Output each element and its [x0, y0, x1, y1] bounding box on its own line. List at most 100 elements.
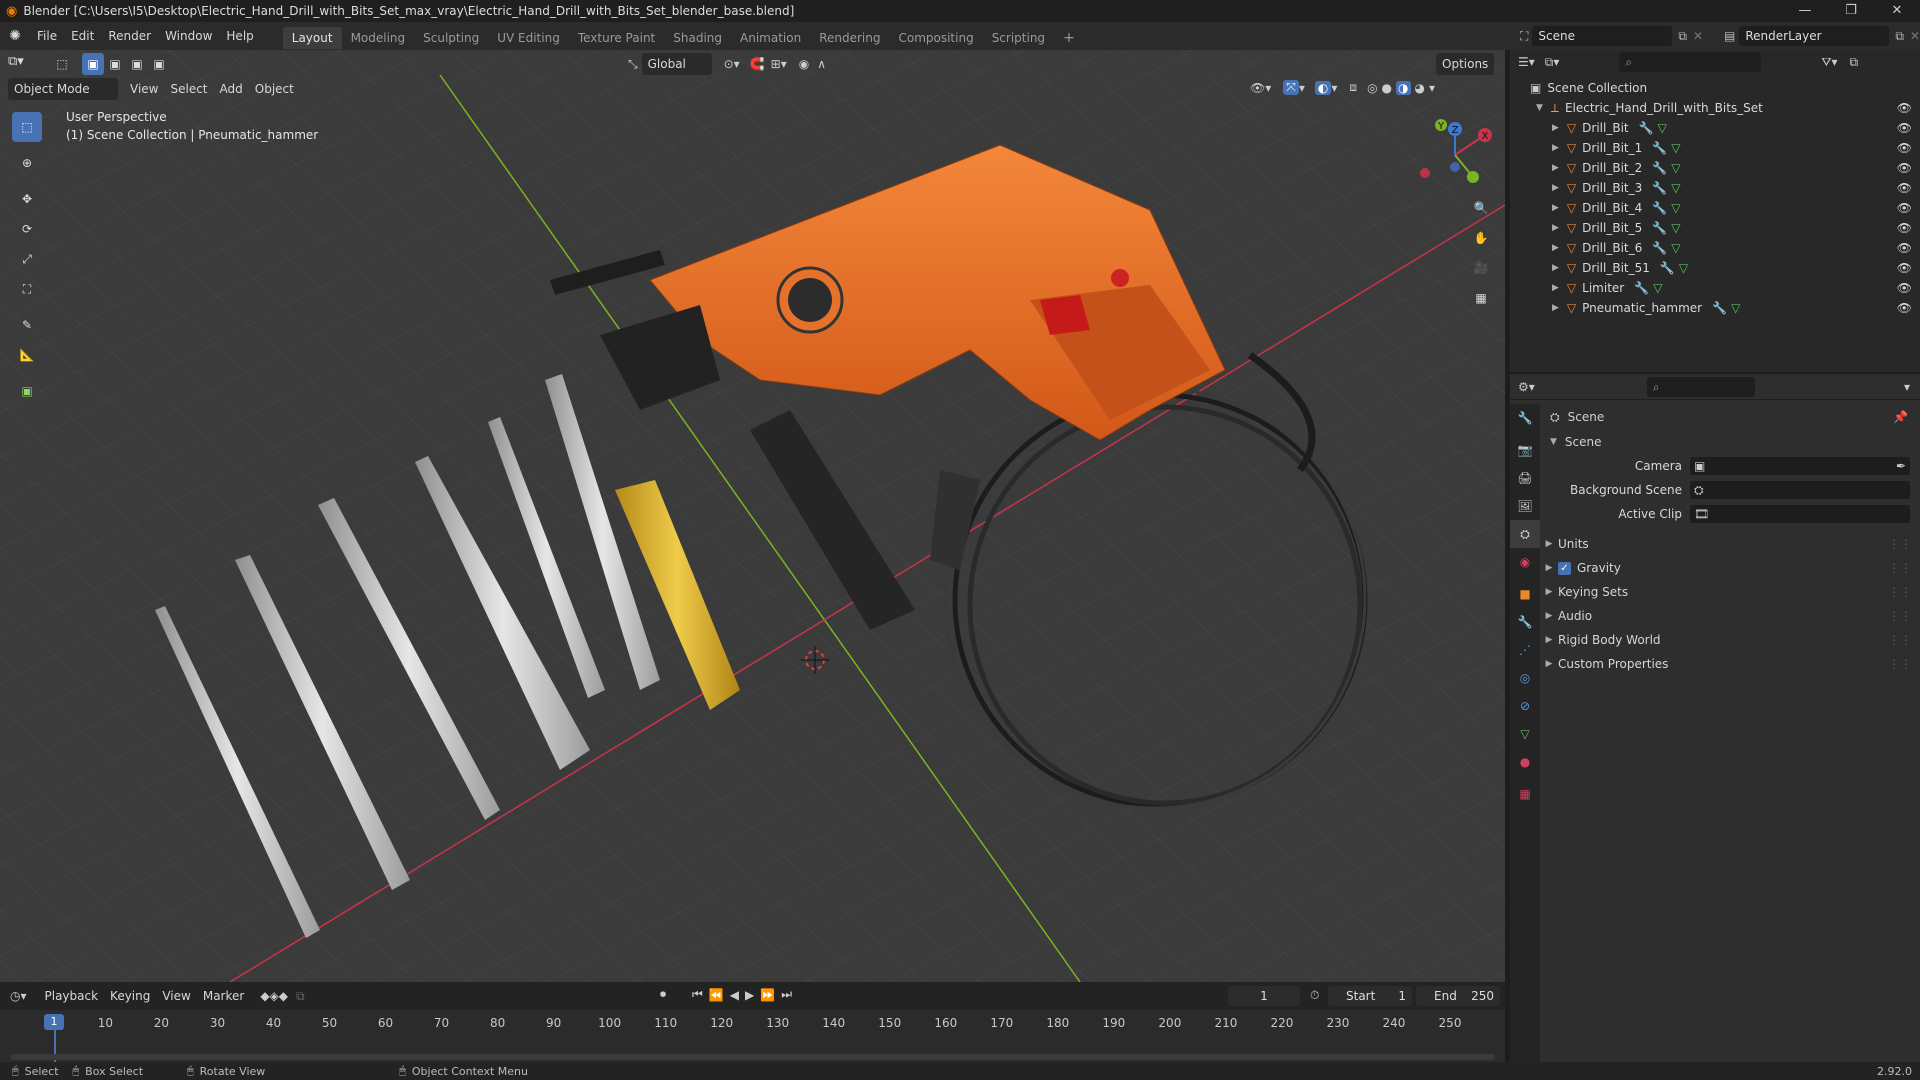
mesh-data-icon[interactable]: ▽: [1653, 281, 1662, 295]
modifier-wrench-icon[interactable]: 🔧: [1634, 281, 1649, 295]
visibility-eye-icon[interactable]: 👁: [1897, 201, 1912, 215]
gravity-panel-header[interactable]: ▶ ✓ Gravity ⋮⋮: [1540, 556, 1920, 580]
modifier-wrench-icon[interactable]: 🔧: [1712, 301, 1727, 315]
expand-arrow-icon[interactable]: ▶: [1552, 183, 1559, 193]
move-tool-icon[interactable]: ✥: [12, 184, 42, 214]
outliner-object-row[interactable]: ▶ ▽ Drill_Bit_4 🔧 ▽ 👁: [1510, 198, 1920, 218]
mesh-data-icon[interactable]: ▽: [1679, 261, 1688, 275]
menu-view[interactable]: View: [124, 78, 164, 100]
jump-end-icon[interactable]: ⏭: [781, 987, 792, 1002]
modifier-wrench-icon[interactable]: 🔧: [1652, 221, 1667, 235]
view-layer-selector[interactable]: ▤ RenderLayer ⧉ ✕: [1724, 26, 1920, 46]
active-clip-field[interactable]: 🎞: [1690, 505, 1910, 523]
object-mode-dropdown[interactable]: Object Mode: [8, 78, 118, 100]
scene-collection-row[interactable]: ▣ Scene Collection: [1510, 78, 1920, 98]
view-layer-tab-icon[interactable]: 🖼: [1510, 492, 1540, 520]
tab-scripting[interactable]: Scripting: [983, 27, 1054, 49]
visibility-eye-icon[interactable]: 👁: [1897, 261, 1912, 275]
expand-arrow-icon[interactable]: ▶: [1552, 123, 1559, 133]
annotate-tool-icon[interactable]: ✎: [12, 310, 42, 340]
pan-hand-icon[interactable]: ✋: [1468, 225, 1494, 251]
new-collection-icon[interactable]: ⧉: [1849, 55, 1858, 70]
start-frame-field[interactable]: Start 1: [1328, 986, 1412, 1006]
outliner-object-row[interactable]: ▶ ▽ Drill_Bit 🔧 ▽ 👁: [1510, 118, 1920, 138]
menu-render[interactable]: Render: [101, 22, 158, 50]
add-workspace-button[interactable]: +: [1054, 27, 1084, 49]
tab-rendering[interactable]: Rendering: [810, 27, 889, 49]
audio-panel-header[interactable]: ▶ Audio ⋮⋮: [1540, 604, 1920, 628]
drag-handle-icon[interactable]: ⋮⋮: [1888, 633, 1912, 647]
outliner-search-input[interactable]: ⌕: [1619, 52, 1762, 72]
view-layer-name-field[interactable]: RenderLayer: [1739, 26, 1890, 46]
mesh-data-icon[interactable]: ▽: [1671, 141, 1680, 155]
expand-arrow-icon[interactable]: ▶: [1552, 143, 1559, 153]
delete-scene-icon[interactable]: ✕: [1693, 29, 1703, 43]
transform-tool-icon[interactable]: ⛶: [12, 274, 42, 304]
gizmo-y-handle[interactable]: [1467, 171, 1479, 183]
world-tab-icon[interactable]: ◉: [1510, 548, 1540, 576]
eyedropper-icon[interactable]: ✒: [1896, 459, 1906, 473]
timeline-ruler[interactable]: 10 20 30 40 50 60 70 80 90 100 110 120 130 140 150 160 1…: [0, 1010, 1505, 1062]
outliner-object-row[interactable]: ▶ ▽ Drill_Bit_5 🔧 ▽ 👁: [1510, 218, 1920, 238]
select-tool-icon[interactable]: ⬚: [50, 53, 74, 75]
outliner-object-row[interactable]: ▶ ▽ Drill_Bit_2 🔧 ▽ 👁: [1510, 158, 1920, 178]
material-tab-icon[interactable]: ●: [1510, 748, 1540, 776]
drag-handle-icon[interactable]: ⋮⋮: [1888, 657, 1912, 671]
menu-file[interactable]: File: [30, 22, 64, 50]
drag-handle-icon[interactable]: ⋮⋮: [1888, 561, 1912, 575]
modifier-wrench-icon[interactable]: 🔧: [1652, 181, 1667, 195]
menu-object[interactable]: Object: [249, 78, 300, 100]
menu-marker[interactable]: Marker: [197, 985, 250, 1007]
select-subtract-icon[interactable]: ▣: [126, 53, 148, 75]
drag-handle-icon[interactable]: ⋮⋮: [1888, 537, 1912, 551]
play-reverse-icon[interactable]: ◀: [730, 988, 739, 1002]
expand-arrow-icon[interactable]: ▶: [1552, 303, 1559, 313]
scene-tab-icon[interactable]: ⛭: [1510, 520, 1540, 548]
tab-sculpting[interactable]: Sculpting: [414, 27, 488, 49]
scale-tool-icon[interactable]: ⤢: [12, 244, 42, 274]
menu-keying[interactable]: Keying: [104, 985, 156, 1007]
background-scene-field[interactable]: ⛭: [1690, 481, 1910, 499]
tab-animation[interactable]: Animation: [731, 27, 810, 49]
jump-start-icon[interactable]: ⏮: [692, 987, 703, 1002]
panel-collapse-icon[interactable]: ▶: [1540, 539, 1558, 549]
expand-arrow-icon[interactable]: ▶: [1552, 263, 1559, 273]
scene-selector[interactable]: ⛶ Scene ⧉ ✕: [1520, 26, 1703, 46]
select-set-new-icon[interactable]: ▣: [82, 53, 104, 75]
menu-window[interactable]: Window: [158, 22, 219, 50]
play-icon[interactable]: ▶: [745, 988, 754, 1002]
material-shading-icon[interactable]: ◑: [1396, 80, 1411, 95]
select-extend-icon[interactable]: ▣: [104, 53, 126, 75]
visibility-eye-icon[interactable]: 👁: [1897, 121, 1912, 135]
panel-collapse-icon[interactable]: ▶: [1540, 659, 1558, 669]
menu-playback[interactable]: Playback: [39, 985, 105, 1007]
rendered-shading-icon[interactable]: ◕: [1415, 81, 1425, 95]
texture-tab-icon[interactable]: ▦: [1510, 780, 1540, 808]
rotate-tool-icon[interactable]: ⟳: [12, 214, 42, 244]
tab-layout[interactable]: Layout: [282, 26, 342, 49]
outliner-object-row[interactable]: ▶ ▽ Pneumatic_hammer 🔧 ▽ 👁: [1510, 298, 1920, 318]
panel-collapse-icon[interactable]: ▶: [1540, 611, 1558, 621]
gizmo-dropdown-icon[interactable]: ▾: [1299, 81, 1305, 95]
menu-help[interactable]: Help: [219, 22, 260, 50]
mesh-data-icon[interactable]: ▽: [1658, 121, 1667, 135]
gizmo-neg-z-handle[interactable]: [1450, 162, 1460, 172]
outliner-object-row[interactable]: ▶ ▽ Drill_Bit_6 🔧 ▽ 👁: [1510, 238, 1920, 258]
cursor-tool-icon[interactable]: ⊕: [12, 148, 42, 178]
mesh-data-icon[interactable]: ▽: [1671, 221, 1680, 235]
scene-panel-header[interactable]: ▼ Scene: [1540, 430, 1920, 454]
gizmo-toggle-icon[interactable]: ⤧: [1283, 80, 1299, 95]
select-box-tool-icon[interactable]: ⬚: [12, 112, 42, 142]
measure-tool-icon[interactable]: 📐: [12, 340, 42, 370]
timeline-editor-type-icon[interactable]: ◷▾: [10, 989, 27, 1003]
editor-type-selector[interactable]: ⧉▾: [8, 54, 24, 69]
viewport-scene[interactable]: [0, 50, 1505, 982]
jump-keyframe-forward-icon[interactable]: ⏩: [760, 988, 775, 1002]
expand-arrow-icon[interactable]: ▶: [1552, 203, 1559, 213]
visibility-eye-icon[interactable]: 👁: [1897, 301, 1912, 315]
jump-keyframe-back-icon[interactable]: ⏪: [709, 988, 724, 1002]
pin-icon[interactable]: 📌: [1893, 410, 1908, 424]
expand-arrow-icon[interactable]: ▶: [1552, 163, 1559, 173]
modifier-wrench-icon[interactable]: 🔧: [1652, 241, 1667, 255]
panel-collapse-icon[interactable]: ▶: [1540, 635, 1558, 645]
